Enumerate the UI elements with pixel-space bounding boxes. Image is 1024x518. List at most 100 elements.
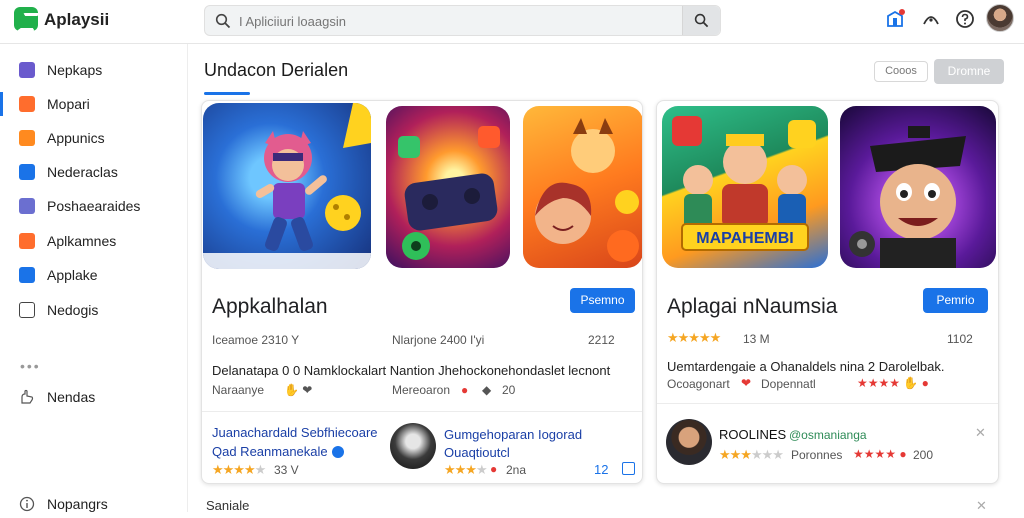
app-subtitle: Dopennatl	[761, 377, 816, 391]
rating-stars-on: ★★★	[719, 447, 752, 462]
promo-subtitle-text: Qad Reanmanekale	[212, 444, 328, 459]
promo-title[interactable]: Gumgehoparan Iogorad	[444, 427, 582, 442]
app-subtitle: Ocoagonart	[667, 377, 730, 391]
sidebar-item-nopangrs[interactable]: Nopangrs	[0, 490, 188, 518]
promo-avatar[interactable]	[390, 423, 436, 469]
promo-title[interactable]: ROOLINES	[719, 427, 786, 442]
close-icon[interactable]: ✕	[975, 425, 986, 441]
square-icon	[19, 302, 35, 318]
sidebar: Nepkaps Mopari Appunics Nederaclas Posha…	[0, 44, 188, 512]
sidebar-item-label: Poshaearaides	[47, 198, 141, 214]
sidebar-item-nendas[interactable]: Nendas	[0, 383, 188, 411]
verified-icon	[331, 446, 344, 458]
sidebar-item-nepkaps[interactable]: Nepkaps	[0, 56, 188, 84]
search-button[interactable]	[682, 6, 720, 35]
rating-stars-off: ★★★	[750, 447, 784, 462]
promo-subtitle[interactable]: Qad Reanmanekale	[212, 444, 344, 459]
app-meta: 1102	[947, 332, 973, 346]
app-subtitle-count: 20	[502, 383, 516, 397]
section-title-underline	[204, 92, 250, 95]
search-icon	[694, 13, 709, 28]
hero-character-icon	[203, 103, 371, 269]
sidebar-item-nedogis[interactable]: Nedogis	[0, 296, 188, 324]
primary-button[interactable]: Dromne	[934, 59, 1004, 84]
secondary-button[interactable]: Cooos	[874, 61, 928, 82]
app-description: Uemtardengaie a Ohanaldels nina 2 Darole…	[667, 359, 945, 374]
family-characters-icon	[535, 118, 639, 262]
game-tile-pirate[interactable]	[840, 106, 996, 268]
rating-stars: ★★★★★	[667, 330, 721, 345]
sidebar-item-nederaclas[interactable]: Nederaclas	[0, 158, 188, 186]
sidebar-item-label: Nepkaps	[47, 62, 103, 78]
svg-text:MAPAHEMBI: MAPAHEMBI	[696, 230, 793, 247]
heroes-group-icon: MAPAHEMBI	[672, 116, 816, 251]
sidebar-item-label: Nederaclas	[47, 164, 118, 180]
app-meta: Nlarjone 2400 I'yi	[392, 333, 485, 347]
rating-stars-on: ★★★	[444, 462, 477, 477]
grid-icon	[19, 130, 35, 146]
more-dots[interactable]: •••	[20, 358, 41, 374]
gamepad-icon	[19, 233, 35, 249]
sidebar-item-applake[interactable]: Applake	[0, 261, 188, 289]
sidebar-item-label: Appunics	[47, 130, 105, 146]
sidebar-item-appunics[interactable]: Appunics	[0, 124, 188, 152]
store-icon	[19, 267, 35, 283]
promo-avatar[interactable]	[666, 419, 712, 465]
emoji-icon: ●	[490, 462, 498, 476]
expand-icon[interactable]	[622, 462, 635, 475]
sidebar-item-label: Nedogis	[47, 302, 99, 318]
sidebar-item-poshaearaides[interactable]: Poshaearaides	[0, 192, 188, 220]
rating-meta: Poronnes	[791, 448, 843, 462]
app-description: Delanatapa 0 0 Namklockalart Nantion Jhe…	[212, 363, 611, 378]
notifications-icon[interactable]	[884, 8, 906, 30]
folder-icon	[19, 198, 35, 214]
sidebar-item-aplkamnes[interactable]: Aplkamnes	[0, 227, 188, 255]
app-title[interactable]: Appkalhalan	[212, 295, 328, 319]
heart-icon: ❤	[741, 376, 752, 390]
app-card-2[interactable]: MAPAHEMBI Aplagai nNaumsia Pemrio ★★★★★ …	[656, 100, 999, 484]
search-input[interactable]	[239, 11, 679, 31]
game-tile-hero[interactable]	[203, 103, 371, 269]
promo-handle[interactable]: @osmanianga	[789, 428, 867, 442]
app-card-1[interactable]: Appkalhalan Psemno Iceamoe 2310 Y Nlarjo…	[201, 100, 643, 484]
rating-meta: 2na	[506, 463, 527, 477]
game-tile-controller[interactable]	[386, 106, 510, 268]
app-subtitle: Naraanye	[212, 383, 265, 397]
game-tile-family[interactable]	[523, 106, 642, 268]
game-tile-heroes[interactable]: MAPAHEMBI	[662, 106, 828, 268]
install-button[interactable]: Psemno	[570, 288, 635, 313]
app-meta: 2212	[588, 333, 615, 347]
sidebar-item-label: Aplkamnes	[47, 233, 117, 249]
user-avatar[interactable]	[986, 4, 1014, 32]
apps-icon	[19, 62, 35, 78]
diamond-icon: ◆	[482, 383, 492, 397]
reaction-icons: ★★★★ ●	[853, 447, 907, 461]
divider	[657, 403, 998, 404]
rating-badge: 12	[594, 462, 609, 477]
promo-subtitle[interactable]: Ouaqtioutcl	[444, 445, 510, 460]
install-button[interactable]: Pemrio	[923, 288, 988, 313]
bottom-section-label: Saniale	[206, 498, 250, 513]
app-subtitle: Mereoaron	[392, 383, 451, 397]
app-title[interactable]: Aplagai nNaumsia	[667, 295, 837, 319]
sidebar-item-label: Applake	[47, 267, 98, 283]
help-icon[interactable]	[954, 8, 976, 30]
rating-stars: ★★★★★	[212, 462, 267, 478]
rating-stars: ★★★★	[444, 462, 488, 478]
hand-icon	[21, 389, 34, 404]
rating-stars-off: ★	[254, 462, 267, 477]
edit-icon	[19, 164, 35, 180]
app-brand[interactable]: Aplaysii	[44, 10, 109, 30]
pirate-character-icon	[849, 126, 966, 268]
sidebar-item-mopari[interactable]: Mopari	[0, 90, 188, 118]
section-title: Undacon Derialen	[204, 60, 349, 80]
app-logo-icon[interactable]	[14, 7, 38, 31]
gamepad-icon	[398, 126, 500, 260]
sidebar-item-label: Mopari	[47, 96, 90, 112]
heart-icon: ●	[461, 383, 469, 397]
reaction-icons: ★★★★ ✋ ●	[857, 376, 929, 390]
sidebar-item-label: Nopangrs	[47, 496, 108, 512]
promo-title[interactable]: Juanachardald Sebfhiecoare	[212, 425, 378, 440]
share-icon[interactable]	[920, 8, 942, 30]
sidebar-item-label: Nendas	[47, 389, 96, 405]
